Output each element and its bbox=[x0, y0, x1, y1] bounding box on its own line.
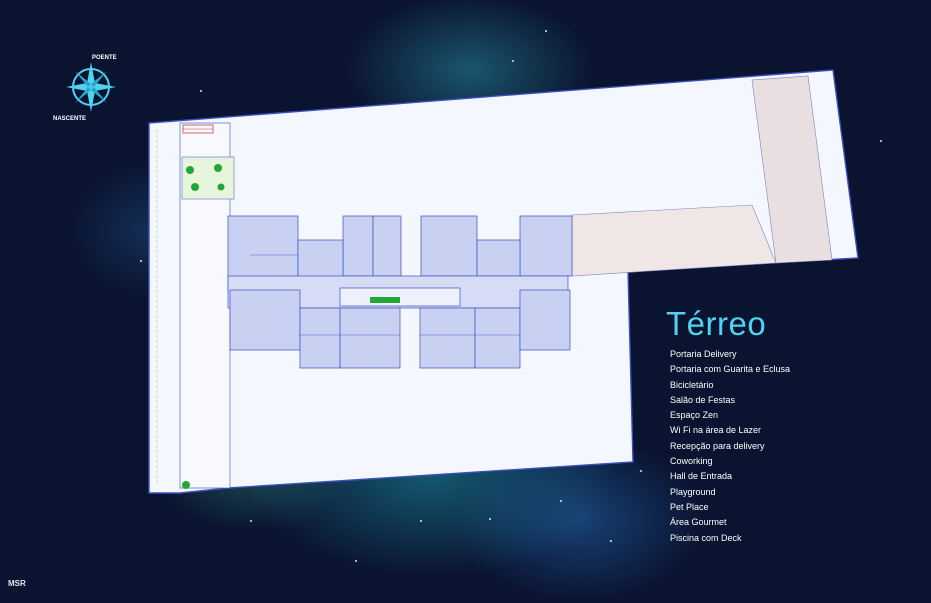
tree-icon bbox=[217, 183, 225, 191]
amenity-item: Hall de Entrada bbox=[670, 471, 733, 482]
amenity-item: Espaço Zen bbox=[670, 410, 719, 421]
garden-box bbox=[181, 156, 235, 200]
compass-south-label: NASCENTE bbox=[53, 116, 87, 122]
stairs bbox=[370, 297, 400, 303]
building bbox=[227, 215, 573, 369]
compass-north-label: POENTE bbox=[92, 55, 117, 61]
amenity-item: Salão de Festas bbox=[670, 394, 736, 405]
page-title: Térreo bbox=[666, 305, 767, 342]
amenity-item: Portaria Delivery bbox=[670, 349, 737, 359]
amenity-item: Coworking bbox=[670, 456, 713, 467]
amenity-item: Área Gourmet bbox=[670, 517, 727, 528]
amenity-item: Bicicletário bbox=[670, 379, 714, 390]
tree-icon bbox=[214, 164, 222, 172]
tree-icon bbox=[191, 183, 199, 191]
amenities-list: Portaria Delivery Portaria com Guarita e… bbox=[670, 347, 790, 546]
amenity-item: Recepção para delivery bbox=[670, 440, 765, 451]
floor-plan bbox=[148, 69, 859, 494]
compass-rose-icon bbox=[66, 62, 116, 112]
amenity-item: Pet Place bbox=[670, 501, 709, 512]
parking-area bbox=[571, 204, 777, 277]
amenity-item: Wi Fi na área de Lazer bbox=[670, 425, 762, 436]
tree-icon bbox=[186, 166, 194, 174]
tree-icon bbox=[182, 481, 190, 489]
amenity-item: Portaria com Guarita e Eclusa bbox=[670, 364, 791, 375]
amenity-item: Playground bbox=[670, 486, 716, 497]
amenity-item: Piscina com Deck bbox=[670, 532, 742, 543]
brand-logo: MSR bbox=[8, 579, 26, 588]
